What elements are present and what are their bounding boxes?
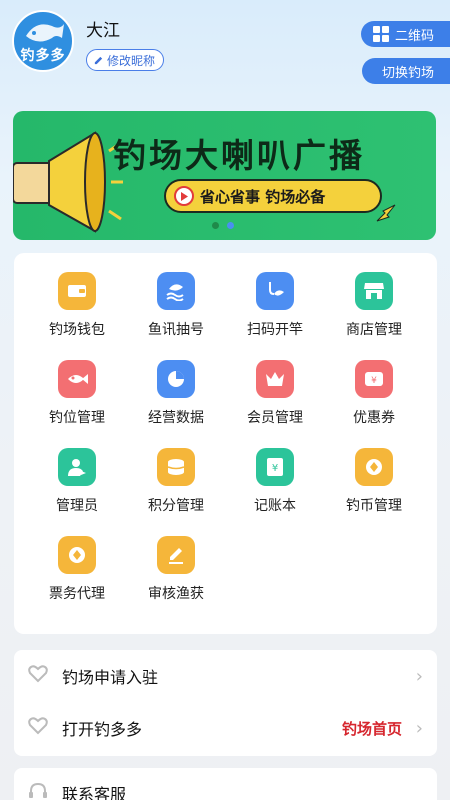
venue-home-link[interactable]: 钓场首页	[342, 718, 402, 739]
megaphone-icon	[13, 131, 123, 233]
edit-icon	[157, 536, 195, 574]
grid-item-user-admin[interactable]: 管理员	[27, 448, 127, 515]
headset-icon	[28, 782, 48, 800]
grid-item-label: 积分管理	[148, 498, 204, 514]
coins-stack-icon	[157, 448, 195, 486]
svg-text:¥: ¥	[371, 376, 377, 386]
grid-item-ledger[interactable]: ¥ 记账本	[225, 448, 325, 515]
play-icon	[174, 186, 194, 206]
grid-item-label: 扫码开竿	[247, 322, 303, 338]
grid-item-label: 管理员	[56, 498, 98, 514]
pie-chart-icon	[157, 360, 195, 398]
wallet-icon	[58, 272, 96, 310]
avatar[interactable]: 钓多多	[12, 10, 74, 72]
grid-item-label: 记账本	[254, 498, 296, 514]
fish-icon	[58, 360, 96, 398]
contact-service-row[interactable]: 联系客服	[14, 768, 437, 800]
carousel-dot-active[interactable]	[227, 222, 234, 229]
apply-venue-row[interactable]: 钓场申请入驻 ›	[14, 650, 437, 702]
heart-link-icon	[28, 717, 48, 739]
pencil-icon	[94, 56, 103, 64]
username: 大江	[86, 21, 120, 41]
banner-subtitle-badge: 省心省事 钓场必备	[164, 179, 382, 213]
carousel-dot[interactable]	[212, 222, 219, 229]
grid-item-fish-wave[interactable]: 鱼讯抽号	[126, 272, 226, 339]
contact-service-label: 联系客服	[62, 785, 127, 800]
grid-item-label: 经营数据	[148, 410, 204, 426]
chevron-right-icon: ›	[415, 665, 423, 687]
grid-item-fish[interactable]: 钓位管理	[27, 360, 127, 427]
menu-list: 钓场申请入驻 › 打开钓多多 钓场首页 ›	[14, 650, 437, 756]
grid-item-label: 票务代理	[49, 586, 105, 602]
switch-venue-button[interactable]: 切换钓场	[361, 58, 450, 84]
fish-wave-icon	[157, 272, 195, 310]
switch-venue-label: 切换钓场	[381, 65, 434, 81]
open-app-label: 打开钓多多	[62, 720, 143, 739]
grid-item-label: 鱼讯抽号	[148, 322, 204, 338]
store-icon	[355, 272, 393, 310]
grid-item-store[interactable]: 商店管理	[324, 272, 424, 339]
contact-card: 联系客服	[14, 768, 437, 800]
grid-item-label: 审核渔获	[148, 586, 204, 602]
grid-item-fishing-hook[interactable]: 扫码开竿	[225, 272, 325, 339]
function-grid: 钓场钱包 鱼讯抽号 扫码开竿 商店管理钓位管理 经营数据 会员管理 ¥ 优惠券管理员 积分管理 ¥…	[14, 253, 437, 634]
grid-item-label: 优惠券	[353, 410, 395, 426]
coupon-icon: ¥	[355, 360, 393, 398]
edit-nickname-label: 修改昵称	[107, 53, 156, 68]
qr-grid-icon	[372, 26, 389, 42]
carousel-dots	[212, 222, 234, 229]
grid-item-pie-chart[interactable]: 经营数据	[126, 360, 226, 427]
heart-link-icon	[28, 665, 48, 687]
crown-icon	[256, 360, 294, 398]
fishing-hook-icon	[256, 272, 294, 310]
apply-venue-label: 钓场申请入驻	[62, 668, 159, 687]
open-app-row[interactable]: 打开钓多多 钓场首页 ›	[14, 702, 437, 754]
grid-item-crown[interactable]: 会员管理	[225, 360, 325, 427]
banner-title: 钓场大喇叭广播	[113, 136, 365, 175]
grid-item-label: 钓币管理	[346, 498, 402, 514]
grid-item-coupon[interactable]: ¥ 优惠券	[324, 360, 424, 427]
edit-nickname-button[interactable]: 修改昵称	[86, 49, 165, 71]
grid-item-ticket[interactable]: 票务代理	[27, 536, 127, 603]
svg-text:¥: ¥	[272, 463, 278, 474]
qr-code-button[interactable]: 二维码	[360, 21, 450, 47]
qr-code-label: 二维码	[394, 28, 434, 44]
grid-item-label: 钓场钱包	[49, 322, 105, 338]
banner-subtitle: 省心省事 钓场必备	[200, 187, 326, 206]
broadcast-banner[interactable]: 钓场大喇叭广播 省心省事 钓场必备	[13, 111, 436, 240]
grid-item-label: 商店管理	[346, 322, 402, 338]
grid-item-label: 会员管理	[247, 410, 303, 426]
grid-item-coin[interactable]: 钓币管理	[324, 448, 424, 515]
user-admin-icon	[58, 448, 96, 486]
coin-icon	[355, 448, 393, 486]
grid-item-edit[interactable]: 审核渔获	[126, 536, 226, 603]
grid-item-coins-stack[interactable]: 积分管理	[126, 448, 226, 515]
grid-item-wallet[interactable]: 钓场钱包	[27, 272, 127, 339]
avatar-text: 钓多多	[20, 48, 66, 64]
grid-item-label: 钓位管理	[49, 410, 105, 426]
ticket-icon	[58, 536, 96, 574]
chevron-right-icon: ›	[415, 717, 423, 739]
ledger-icon: ¥	[256, 448, 294, 486]
spark-icon	[376, 204, 396, 222]
